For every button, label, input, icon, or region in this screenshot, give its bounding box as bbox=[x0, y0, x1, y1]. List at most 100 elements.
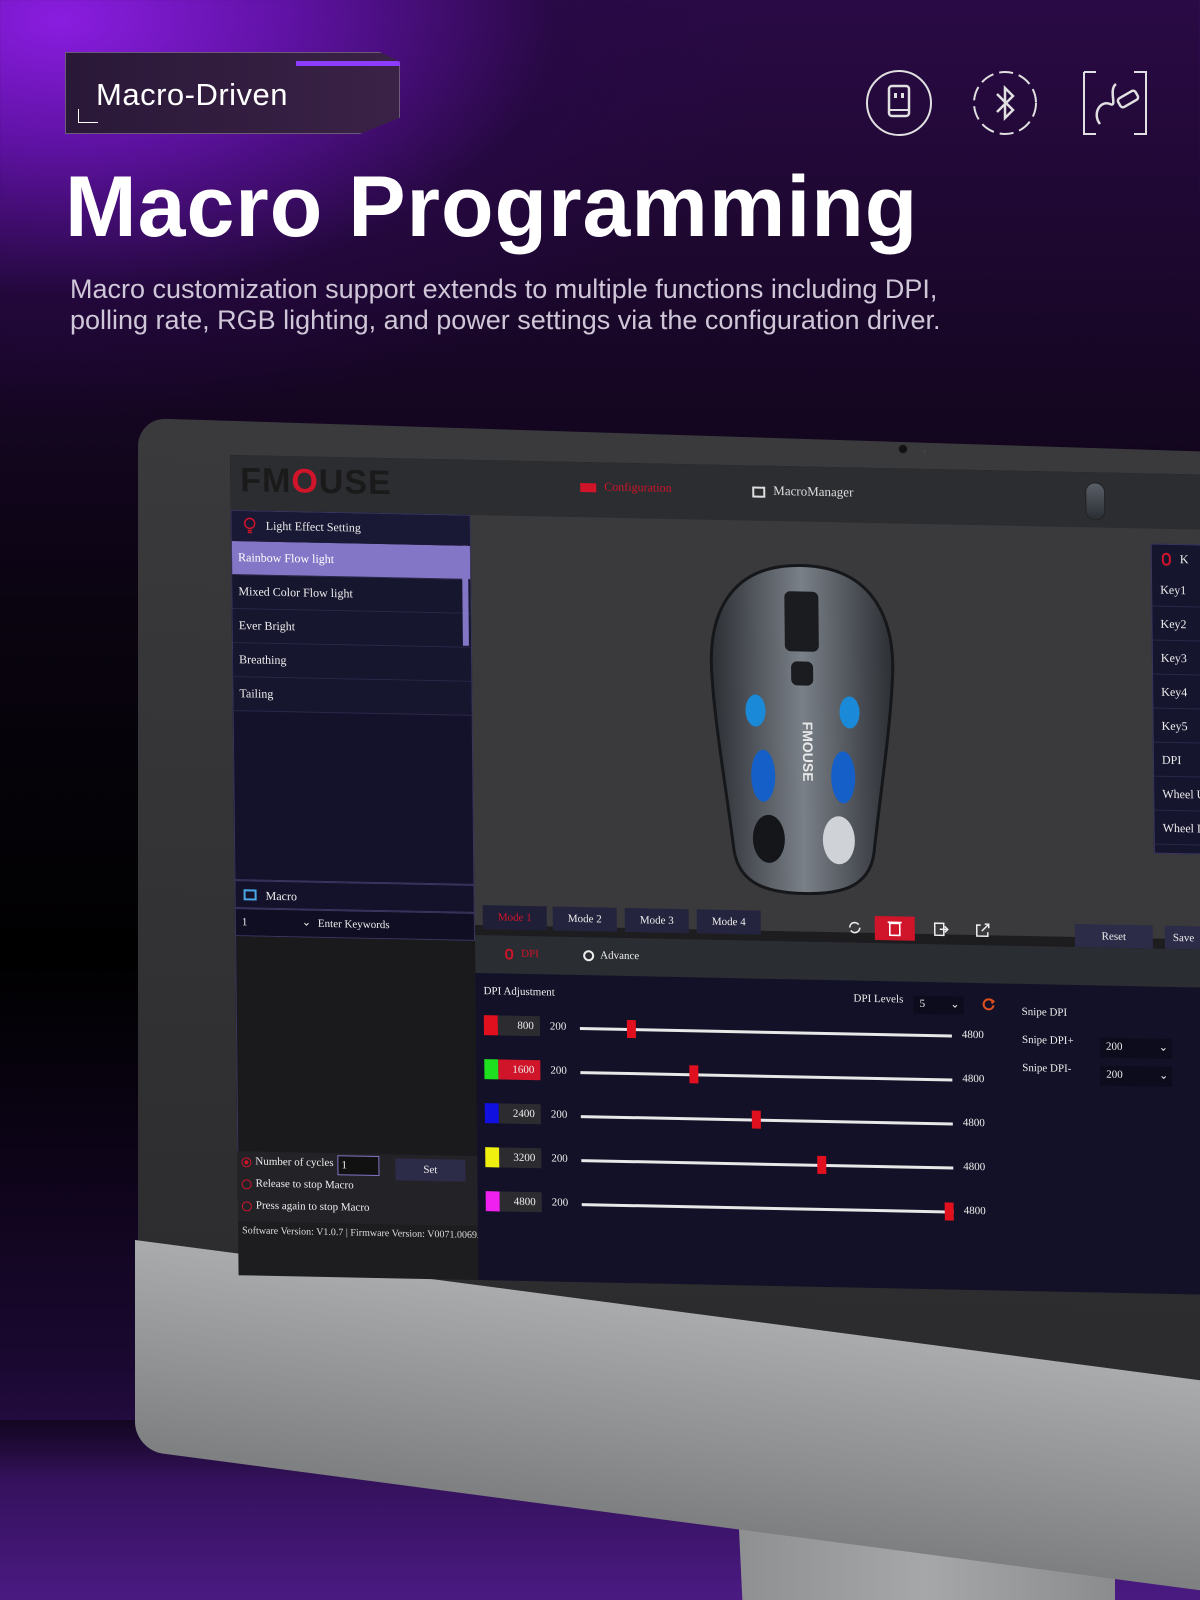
macro-icon bbox=[243, 889, 257, 901]
snipe-minus-value: 200 bbox=[1106, 1068, 1123, 1081]
tab-advance[interactable]: Advance bbox=[583, 949, 639, 962]
effect-ever-bright[interactable]: Ever Bright bbox=[232, 609, 471, 648]
key-wheel-down[interactable]: Wheel Down bbox=[1154, 810, 1200, 847]
dpi-color-swatch[interactable] bbox=[485, 1191, 500, 1212]
dpi-value-field[interactable]: 3200 bbox=[499, 1147, 542, 1169]
key-dpi[interactable]: DPI bbox=[1153, 742, 1200, 779]
dpi-slider-thumb[interactable] bbox=[689, 1065, 699, 1084]
tab-dpi[interactable]: DPI bbox=[505, 947, 539, 961]
dpi-color-swatch[interactable] bbox=[483, 1015, 499, 1036]
dpi-value-field[interactable]: 1600 bbox=[498, 1059, 541, 1081]
chevron-down-icon: ⌄ bbox=[950, 998, 960, 1011]
webcam bbox=[898, 444, 908, 454]
effect-rainbow-flow[interactable]: Rainbow Flow light bbox=[231, 541, 471, 580]
dpi-color-swatch[interactable] bbox=[485, 1147, 500, 1168]
reset-button[interactable]: Reset bbox=[1074, 923, 1153, 950]
sync-icon[interactable] bbox=[847, 919, 863, 935]
tab-configuration[interactable]: Configuration bbox=[580, 479, 672, 496]
svg-text:FMOUSE: FMOUSE bbox=[800, 722, 817, 782]
macro-options: Number of cycles 1 Set Release to stop M… bbox=[237, 1151, 479, 1227]
key-4[interactable]: Key4 bbox=[1153, 674, 1200, 711]
radio-release-stop[interactable] bbox=[241, 1179, 252, 1190]
key-3[interactable]: Key3 bbox=[1152, 640, 1200, 677]
cycles-input[interactable]: 1 bbox=[337, 1155, 380, 1177]
trash-icon bbox=[887, 921, 902, 937]
macro-manager-icon bbox=[752, 486, 766, 498]
radio-number-of-cycles[interactable] bbox=[241, 1157, 252, 1168]
dpi-slider-thumb[interactable] bbox=[626, 1020, 637, 1039]
subtitle-line: polling rate, RGB lighting, and power se… bbox=[70, 305, 941, 335]
effect-mixed-color-flow[interactable]: Mixed Color Flow light bbox=[232, 575, 471, 614]
set-button[interactable]: Set bbox=[395, 1158, 466, 1182]
page-subtitle: Macro customization support extends to m… bbox=[70, 274, 1150, 336]
dpi-color-swatch[interactable] bbox=[484, 1103, 499, 1124]
tab-label: Configuration bbox=[604, 479, 672, 495]
key-wheel-up[interactable]: Wheel Up bbox=[1154, 776, 1200, 813]
dpi-min-label: 200 bbox=[549, 1020, 567, 1033]
dpi-slider-thumb[interactable] bbox=[751, 1110, 761, 1129]
bluetooth-icon bbox=[972, 70, 1038, 136]
snipe-dpi-plus-select[interactable]: 200 ⌄ bbox=[1099, 1037, 1173, 1059]
mode-3-button[interactable]: Mode 3 bbox=[624, 907, 689, 934]
mouse-preview: FMOUSE bbox=[470, 514, 1200, 941]
dpi-max-label: 4800 bbox=[963, 1160, 986, 1174]
dpi-slider-track[interactable] bbox=[581, 1159, 954, 1170]
snipe-dpi-label: Snipe DPI bbox=[1021, 1005, 1068, 1019]
page-title: Macro Programming bbox=[65, 159, 919, 255]
key-2[interactable]: Key2 bbox=[1152, 606, 1200, 643]
dpi-slider-thumb[interactable] bbox=[817, 1155, 827, 1175]
lightbulb-icon bbox=[243, 517, 256, 534]
dpi-level-row: 1600 200 4800 bbox=[484, 1057, 984, 1093]
mouse-icon bbox=[505, 948, 514, 960]
tab-macro-manager[interactable]: MacroManager bbox=[752, 482, 853, 500]
refresh-icon[interactable] bbox=[981, 997, 996, 1011]
dpi-slider-thumb[interactable] bbox=[944, 1202, 954, 1221]
mode-1-button[interactable]: Mode 1 bbox=[482, 905, 547, 931]
effect-list-scrollbar[interactable] bbox=[461, 545, 469, 646]
macro-select-value: 1 bbox=[241, 916, 248, 929]
dpi-slider-track[interactable] bbox=[581, 1203, 954, 1214]
feature-tag-label: Macro-Driven bbox=[96, 77, 289, 112]
snipe-plus-value: 200 bbox=[1105, 1040, 1123, 1053]
heading-label: K bbox=[1179, 552, 1189, 567]
save-button[interactable]: Save bbox=[1164, 925, 1200, 952]
dpi-value-field[interactable]: 4800 bbox=[499, 1191, 542, 1213]
light-effect-heading: Light Effect Setting bbox=[231, 511, 470, 546]
delete-button[interactable] bbox=[874, 915, 915, 941]
dpi-levels-label: DPI Levels bbox=[853, 992, 904, 1006]
dpi-slider-track[interactable] bbox=[580, 1115, 953, 1126]
dpi-level-row: 800 200 4800 bbox=[483, 1013, 984, 1049]
key-5[interactable]: Key5 bbox=[1153, 708, 1200, 745]
snipe-dpi-minus-select[interactable]: 200 ⌄ bbox=[1100, 1065, 1173, 1087]
mode-4-button[interactable]: Mode 4 bbox=[696, 909, 761, 935]
dpi-levels-select[interactable]: 5 ⌄ bbox=[913, 995, 964, 1015]
subtitle-line: Macro customization support extends to m… bbox=[70, 274, 938, 304]
snipe-dpi-minus-label: Snipe DPI- bbox=[1022, 1061, 1072, 1075]
dpi-level-row: 2400 200 4800 bbox=[484, 1101, 985, 1137]
effect-tailing[interactable]: Tailing bbox=[233, 677, 472, 716]
key-1[interactable]: Key1 bbox=[1151, 572, 1200, 609]
tag-corner-mark bbox=[78, 109, 98, 123]
radio-press-again-stop[interactable] bbox=[241, 1201, 252, 1212]
wired-cable-icon bbox=[1082, 70, 1148, 136]
dpi-max-label: 4800 bbox=[962, 1116, 985, 1130]
driver-app-screen: FMOUSE Configuration MacroManager Light … bbox=[230, 455, 1200, 1296]
dpi-value-field[interactable]: 2400 bbox=[498, 1103, 541, 1125]
dpi-settings: DPI Advance DPI Adjustment DPI Levels 5 … bbox=[474, 934, 1200, 1296]
tab-label: DPI bbox=[521, 947, 539, 961]
dpi-value-field[interactable]: 800 bbox=[497, 1015, 541, 1037]
dpi-slider-track[interactable] bbox=[580, 1071, 953, 1082]
dpi-adjustment-title: DPI Adjustment bbox=[483, 985, 555, 999]
key-assignment-panel: K Key1 Key2 Key3 Key4 Key5 DPI Wheel Up … bbox=[1150, 543, 1200, 856]
heading-label: Macro bbox=[265, 888, 298, 904]
effect-breathing[interactable]: Breathing bbox=[232, 643, 472, 682]
option-label: Press again to stop Macro bbox=[255, 1199, 370, 1214]
option-label: Number of cycles bbox=[255, 1155, 334, 1170]
import-icon[interactable] bbox=[933, 921, 949, 937]
dpi-color-swatch[interactable] bbox=[484, 1059, 499, 1080]
device-thumbnail[interactable] bbox=[1085, 482, 1106, 521]
keyword-search-input[interactable]: Enter Keywords bbox=[318, 918, 390, 931]
mode-2-button[interactable]: Mode 2 bbox=[552, 906, 617, 932]
dpi-levels-value: 5 bbox=[919, 997, 926, 1010]
export-icon[interactable] bbox=[975, 922, 991, 938]
